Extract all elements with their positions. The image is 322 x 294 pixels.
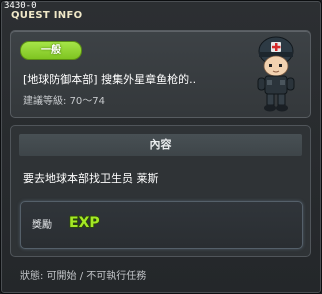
level-label: 建議等級 (23, 96, 63, 107)
exp-icon[interactable]: EXP (68, 212, 104, 232)
quest-summary-card: 一般 [地球防御本部] 搜集外星章鱼枪的.. 建議等級: 70～74 (10, 30, 311, 118)
quest-description: 要去地球本部找卫生员 莱斯 (23, 172, 159, 185)
window-title: QUEST INFO (11, 10, 83, 21)
quest-category-badge: 一般 (20, 41, 82, 60)
recommended-level: 建議等級: 70～74 (23, 92, 105, 107)
reward-label: 獎勵 (32, 220, 52, 231)
exp-icon-text: EXP (69, 215, 100, 231)
level-range: 70～74 (69, 96, 106, 107)
quest-name: [地球防御本部] 搜集外星章鱼枪的.. (23, 73, 197, 86)
quest-info-window: 3430-0 QUEST INFO 一般 [地球防御本部] 搜集外星章鱼枪的..… (0, 0, 322, 294)
reward-box: 獎勵 EXP (20, 201, 303, 249)
quest-content-panel: 內容 要去地球本部找卫生员 莱斯 獎勵 EXP (10, 125, 311, 257)
content-header: 內容 (19, 134, 302, 156)
soldier-npc-icon (257, 36, 295, 112)
level-separator: : (63, 96, 67, 107)
quest-status: 狀態: 可開始 / 不可執行任務 (20, 271, 147, 282)
